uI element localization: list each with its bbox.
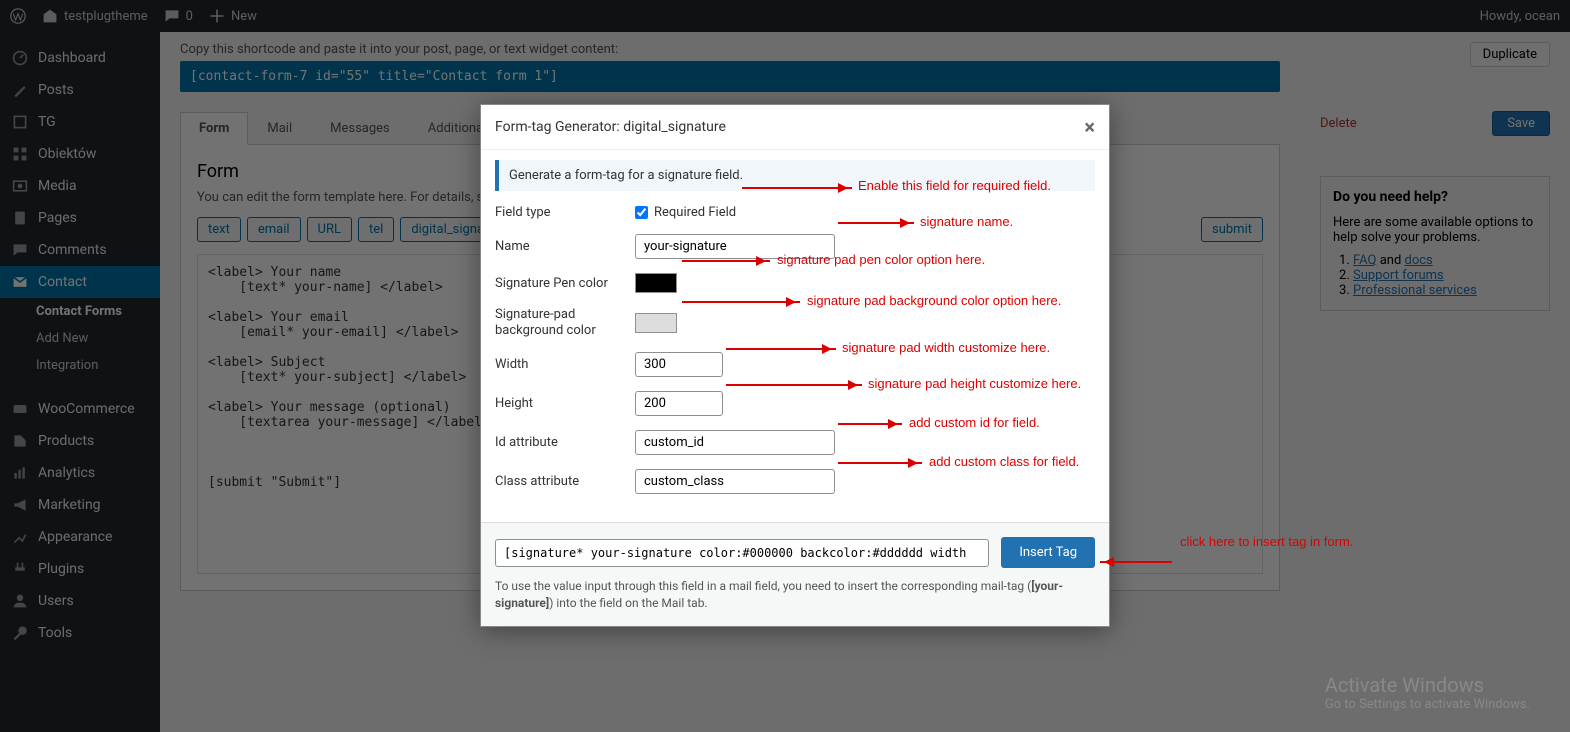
label-class: Class attribute [495,474,635,489]
annotation-arrow [838,222,914,224]
modal-foot-note: To use the value input through this fiel… [495,578,1095,612]
height-input[interactable] [635,391,723,416]
required-checkbox[interactable] [635,206,648,219]
modal-title: Form-tag Generator: digital_signature [495,119,726,135]
annotation-insert: click here to insert tag in form. [1180,534,1353,549]
bg-color-swatch[interactable] [635,313,677,333]
annotation-name: signature name. [920,214,1013,229]
insert-tag-button[interactable]: Insert Tag [1001,537,1095,568]
annotation-height: signature pad height customize here. [868,376,1081,391]
annotation-arrow [838,462,922,464]
annotation-arrow [726,384,862,386]
annotation-arrow [838,423,902,425]
annotation-arrow [682,260,770,262]
windows-watermark: Activate Windows Go to Settings to activ… [1325,673,1530,712]
pen-color-swatch[interactable] [635,273,677,293]
label-width: Width [495,357,635,372]
annotation-arrow [742,187,852,189]
label-bg-color: Signature-pad background color [495,307,635,338]
annotation-pen: signature pad pen color option here. [777,252,985,267]
annotation-arrow [682,301,800,303]
label-id: Id attribute [495,435,635,450]
annotation-required: Enable this field for required field. [858,178,1051,193]
annotation-width: signature pad width customize here. [842,340,1050,355]
annotation-class: add custom class for field. [929,454,1079,469]
generated-tag-input[interactable] [495,539,989,567]
annotation-arrow [1100,561,1172,563]
width-input[interactable] [635,352,723,377]
annotation-bg: signature pad background color option he… [807,293,1061,308]
label-name: Name [495,239,635,254]
class-input[interactable] [635,469,835,494]
label-height: Height [495,396,635,411]
required-label: Required Field [654,205,736,220]
label-field-type: Field type [495,205,635,220]
label-pen-color: Signature Pen color [495,276,635,291]
modal-close-button[interactable]: × [1084,115,1095,139]
annotation-id: add custom id for field. [909,415,1040,430]
id-input[interactable] [635,430,835,455]
annotation-arrow [726,348,836,350]
